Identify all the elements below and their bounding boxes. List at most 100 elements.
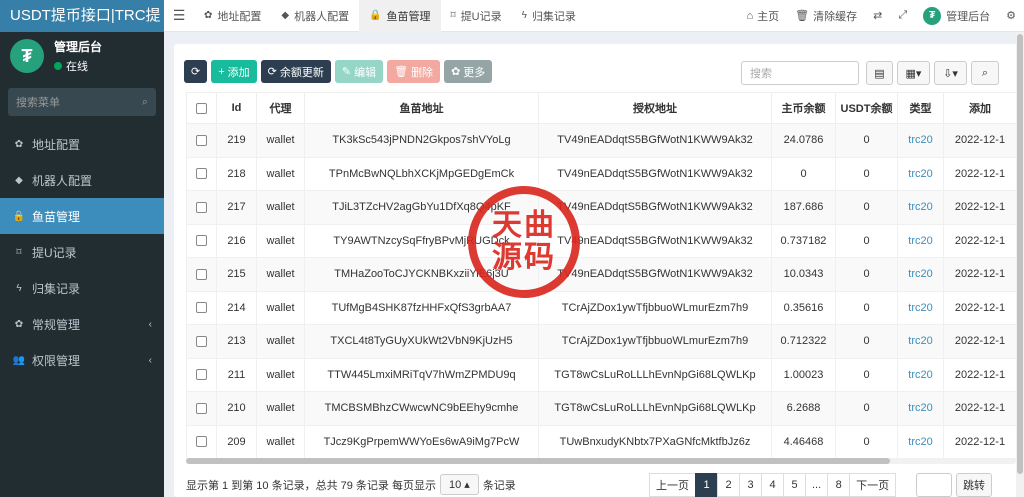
jump-page-input[interactable] <box>916 473 952 497</box>
page-button[interactable]: ... <box>805 473 829 497</box>
cell-type[interactable]: trc20 <box>897 257 944 292</box>
clear-cache-button[interactable]: 🗑 清除缓存 <box>787 8 865 24</box>
more-button[interactable]: ✿ 更多 <box>444 60 493 83</box>
cell-date: 2022-12-1 <box>943 190 1017 225</box>
add-button[interactable]: + 添加 <box>211 60 257 83</box>
row-checkbox[interactable] <box>186 324 217 359</box>
select-all-checkbox[interactable] <box>186 92 217 124</box>
app-title: USDT提币接口|TRC提 <box>0 0 164 32</box>
row-checkbox[interactable] <box>186 391 217 426</box>
page-button[interactable]: 上一页 <box>649 473 696 497</box>
translate-icon[interactable]: ⇄ <box>865 9 890 22</box>
page-button[interactable]: 3 <box>739 473 762 497</box>
watermark-stamp: 天曲 源码 <box>468 186 580 298</box>
delete-button[interactable]: 🗑 删除 <box>387 60 441 83</box>
pagination: 上一页 1 2 3 4 5... 8 下一页 <box>649 473 897 497</box>
horizontal-scrollbar[interactable] <box>186 458 1016 464</box>
table-search-input[interactable]: 搜索 <box>741 61 859 85</box>
sidebar-item-label: 归集记录 <box>32 281 81 296</box>
cell-usdt: 0 <box>835 257 898 292</box>
cell-id: 219 <box>216 123 257 158</box>
refresh-button[interactable]: ⟳ <box>184 60 208 83</box>
table-row[interactable]: 218 wallet TPnMcBwNQLbhXCKjMpGEDgEmCk TV49n… <box>186 156 1017 191</box>
cell-type[interactable]: trc20 <box>897 223 944 258</box>
tab-2[interactable]: 🔒 鱼苗管理 <box>359 0 441 32</box>
cell-type[interactable]: trc20 <box>897 357 944 392</box>
table-row[interactable]: 213 wallet TXCL4t8TyGUyXUkWt2VbN9KjUzH5 TCr… <box>186 324 1017 359</box>
table-row[interactable]: 215 wallet TMHaZooToCJYCKNBKxziiYiE6j3U TV4… <box>186 257 1017 292</box>
cell-type[interactable]: trc20 <box>897 123 944 158</box>
refresh-icon: ⟳ <box>191 66 201 78</box>
cell-type[interactable]: trc20 <box>897 156 944 191</box>
table-row[interactable]: 214 wallet TUfMgB4SHK87fzHHFxQfS3grbAA7 TCr… <box>186 290 1017 325</box>
search-icon[interactable]: ⌕ <box>971 61 999 85</box>
home-icon: ⌂ <box>746 9 754 22</box>
settings-icon[interactable]: ⚙ <box>998 9 1024 22</box>
sidebar-item-label: 权限管理 <box>32 353 81 368</box>
page-size-select[interactable]: 10 ▴ <box>439 474 479 495</box>
tab-4[interactable]: ϟ 归集记录 <box>512 0 586 32</box>
page-button[interactable]: 1 <box>695 473 718 497</box>
fullscreen-icon[interactable]: ⤢ <box>890 9 915 22</box>
cell-agent: wallet <box>256 257 305 292</box>
menu-toggle-icon[interactable]: ☰ <box>164 7 194 24</box>
row-checkbox[interactable] <box>186 123 217 158</box>
cell-type[interactable]: trc20 <box>897 424 944 459</box>
sidebar-item-0[interactable]: ✿ 地址配置 <box>0 126 164 162</box>
tab-icon: ⌑ <box>450 10 456 21</box>
cell-agent: wallet <box>256 324 305 359</box>
row-checkbox[interactable] <box>186 190 217 225</box>
page-button[interactable]: 8 <box>827 473 851 497</box>
home-link[interactable]: ⌂ 主页 <box>738 8 787 24</box>
page-button[interactable]: 5 <box>783 473 806 497</box>
toggle-view-icon[interactable]: ▤ <box>866 61 893 85</box>
tab-1[interactable]: ◆ 机器人配置 <box>271 0 359 32</box>
row-checkbox[interactable] <box>186 424 217 459</box>
vertical-scrollbar[interactable] <box>1016 32 1024 497</box>
cell-agent: wallet <box>256 123 305 158</box>
table-row[interactable]: 210 wallet TMCBSMBhzCWwcwNC9bEEhy9cmhe TGT8… <box>186 391 1017 426</box>
table-row[interactable]: 211 wallet TTW445LmxiMRiTqV7hWmZPMDU9q TGT8… <box>186 357 1017 392</box>
cell-id: 214 <box>216 290 257 325</box>
table-row[interactable]: 219 wallet TK3kSc543jPNDN2Gkpos7shVYoLg TV4… <box>186 123 1017 158</box>
tab-0[interactable]: ✿ 地址配置 <box>194 0 271 32</box>
balance-update-button[interactable]: ⟳ 余额更新 <box>260 60 331 83</box>
sidebar-search-input[interactable]: 搜索菜单 ⌕ <box>8 88 156 116</box>
row-checkbox[interactable] <box>186 156 217 191</box>
tab-3[interactable]: ⌑ 提U记录 <box>441 0 512 32</box>
sidebar-item-3[interactable]: ⌑ 提U记录 <box>0 234 164 270</box>
search-icon[interactable]: ⌕ <box>142 96 148 109</box>
row-checkbox[interactable] <box>186 257 217 292</box>
cell-agent: wallet <box>256 357 305 392</box>
sidebar-item-4[interactable]: ϟ 归集记录 <box>0 270 164 306</box>
cell-type[interactable]: trc20 <box>897 324 944 359</box>
cell-type[interactable]: trc20 <box>897 290 944 325</box>
table-row[interactable]: 216 wallet TY9AWTNzcySqFfryBPvMjRUGDck TV49… <box>186 223 1017 258</box>
cell-type[interactable]: trc20 <box>897 391 944 426</box>
page-button[interactable]: 4 <box>761 473 784 497</box>
sidebar-item-2[interactable]: 🔒 鱼苗管理 <box>0 198 164 234</box>
cell-date: 2022-12-1 <box>943 424 1017 459</box>
col-header-id[interactable]: Id <box>216 92 257 124</box>
row-checkbox[interactable] <box>186 357 217 392</box>
admin-menu[interactable]: ₮ 管理后台 <box>915 6 998 25</box>
export-dropdown-icon[interactable]: ⇩▾ <box>934 61 967 85</box>
users-icon: 👥 <box>12 354 26 366</box>
table-row[interactable]: 209 wallet TJcz9KgPrpemWWYoEs6wA9iMg7PcW TU… <box>186 424 1017 459</box>
page-button[interactable]: 2 <box>717 473 740 497</box>
sidebar-item-6[interactable]: 👥 权限管理 ‹ <box>0 342 164 378</box>
page-button[interactable]: 下一页 <box>849 473 897 497</box>
bolt-icon: ϟ <box>16 282 22 294</box>
row-checkbox[interactable] <box>186 223 217 258</box>
jump-button[interactable]: 跳转 <box>956 473 992 497</box>
table-row[interactable]: 217 wallet TJiL3TZcHV2agGbYu1DfXq8Q4pKF TV4… <box>186 190 1017 225</box>
sidebar-item-5[interactable]: ✿ 常规管理 ‹ <box>0 306 164 342</box>
cell-type[interactable]: trc20 <box>897 190 944 225</box>
tab-icon: ✿ <box>204 10 213 21</box>
edit-button[interactable]: ✎ 编辑 <box>334 60 384 83</box>
columns-dropdown-icon[interactable]: ▦▾ <box>897 61 930 85</box>
sidebar-item-1[interactable]: ◆ 机器人配置 <box>0 162 164 198</box>
bookmark-icon: ⌑ <box>16 246 22 258</box>
row-checkbox[interactable] <box>186 290 217 325</box>
lock-icon: 🔒 <box>12 210 26 222</box>
